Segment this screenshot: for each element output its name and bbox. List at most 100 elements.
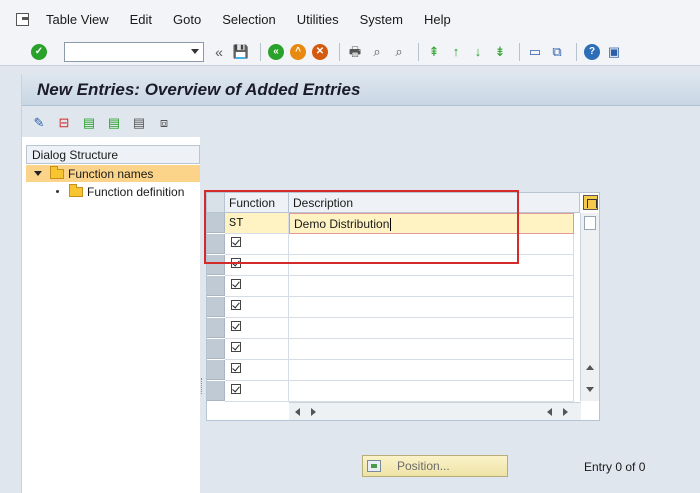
description-value: Demo Distribution [294, 217, 390, 231]
next-page-icon[interactable]: ↓ [469, 43, 487, 61]
toolbar-separator [260, 42, 261, 61]
horizontal-scrollbar[interactable] [289, 402, 581, 420]
find-next-icon[interactable]: ⌕ [390, 43, 408, 61]
create-session-icon[interactable]: ▭ [526, 43, 544, 61]
cancel-icon[interactable]: ✕ [311, 43, 329, 61]
deselect-all-icon[interactable]: ▤ [130, 113, 148, 131]
delete-row-icon[interactable]: ⊟ [55, 113, 73, 131]
position-icon [367, 460, 381, 472]
row-selector[interactable] [207, 213, 225, 233]
toolbar-separator [519, 42, 520, 61]
scroll-right-icon[interactable] [563, 408, 568, 416]
row-selector[interactable] [207, 234, 225, 254]
description-cell[interactable] [289, 381, 574, 402]
expand-arrow-icon[interactable] [34, 171, 42, 176]
function-cell[interactable] [225, 276, 289, 297]
select-block-icon[interactable]: ▤ [105, 113, 123, 131]
select-all-rows[interactable] [207, 193, 225, 213]
function-cell[interactable] [225, 360, 289, 381]
menu-utilities[interactable]: Utilities [297, 12, 339, 27]
checkbox-icon [231, 384, 241, 394]
description-cell[interactable] [289, 297, 574, 318]
menu-bar: Table View Edit Goto Selection Utilities… [0, 0, 700, 38]
row-selector[interactable] [207, 318, 225, 338]
function-cell[interactable] [225, 297, 289, 318]
function-cell[interactable] [225, 234, 289, 255]
select-all-icon[interactable]: ▤ [80, 113, 98, 131]
row-selector[interactable] [207, 360, 225, 380]
function-cell[interactable] [225, 339, 289, 360]
last-page-icon[interactable]: ⇟ [491, 43, 509, 61]
function-cell[interactable]: ST [225, 213, 289, 234]
scroll-right-icon[interactable] [311, 408, 316, 416]
column-header-description[interactable]: Description [289, 193, 580, 213]
folder-open-icon [50, 165, 64, 179]
menu-selection[interactable]: Selection [222, 12, 275, 27]
description-cell[interactable] [289, 318, 574, 339]
row-selector[interactable] [207, 276, 225, 296]
tree-item-label: Function definition [87, 184, 185, 199]
tree-item-function-names[interactable]: Function names [26, 165, 200, 182]
shortcut-icon[interactable]: ⧉ [548, 43, 566, 61]
scroll-left-icon[interactable] [295, 408, 300, 416]
display-change-icon[interactable]: ✎ [30, 113, 48, 131]
checkbox-icon [231, 363, 241, 373]
find-icon[interactable]: ⌕ [368, 43, 386, 61]
row-selector[interactable] [207, 381, 225, 401]
checkbox-icon [231, 321, 241, 331]
menu-help[interactable]: Help [424, 12, 451, 27]
save-icon[interactable]: 💾 [232, 43, 250, 61]
description-cell[interactable]: Demo Distribution [289, 213, 574, 234]
folder-icon [69, 183, 83, 197]
function-cell[interactable] [225, 381, 289, 402]
exit-icon[interactable]: ^ [289, 43, 307, 61]
vertical-scrollbar[interactable] [580, 213, 599, 401]
scroll-thumb[interactable] [584, 216, 596, 230]
position-button-label: Position... [397, 459, 450, 473]
previous-page-icon[interactable]: ↑ [447, 43, 465, 61]
function-cell[interactable] [225, 318, 289, 339]
description-cell[interactable] [289, 234, 574, 255]
first-page-icon[interactable]: ⇞ [425, 43, 443, 61]
row-selector[interactable] [207, 297, 225, 317]
scroll-up-icon[interactable] [586, 365, 594, 370]
description-cell[interactable] [289, 276, 574, 297]
application-toolbar: ✎ ⊟ ▤ ▤ ▤ ⧈ [22, 107, 700, 137]
checkbox-icon [231, 237, 241, 247]
panel-splitter[interactable] [201, 378, 203, 394]
back-icon[interactable]: « [267, 43, 285, 61]
command-dropdown-icon[interactable] [191, 48, 199, 54]
function-cell[interactable] [225, 255, 289, 276]
checkbox-icon [231, 279, 241, 289]
collapse-icon[interactable]: « [210, 43, 228, 61]
command-field[interactable] [64, 41, 204, 62]
table-settings-icon[interactable] [583, 195, 598, 210]
tree-item-label: Function names [68, 166, 154, 181]
tree-item-function-definition[interactable]: Function definition [26, 183, 200, 200]
entries-table: Function Description ST Demo Distributio… [206, 192, 600, 421]
row-selector[interactable] [207, 255, 225, 275]
help-icon[interactable]: ? [583, 43, 601, 61]
enter-checkmark-icon[interactable]: ✓ [30, 43, 48, 61]
column-header-function[interactable]: Function [225, 193, 289, 213]
description-cell[interactable] [289, 339, 574, 360]
entry-count: Entry 0 of 0 [584, 460, 646, 474]
menu-icon[interactable] [14, 11, 32, 27]
checkbox-icon [231, 300, 241, 310]
menu-system[interactable]: System [360, 12, 403, 27]
description-cell[interactable] [289, 255, 574, 276]
menu-table-view[interactable]: Table View [46, 12, 109, 27]
scroll-left-icon[interactable] [547, 408, 552, 416]
scroll-down-icon[interactable] [586, 387, 594, 392]
standard-toolbar: ✓ « 💾 « ^ ✕ 🖶 ⌕ ⌕ ⇞ ↑ ↓ ⇟ ▭ ⧉ ? ▣ [0, 38, 700, 66]
left-frame [0, 75, 22, 493]
description-cell[interactable] [289, 360, 574, 381]
menu-goto[interactable]: Goto [173, 12, 201, 27]
print-icon[interactable]: 🖶 [346, 43, 364, 61]
command-input[interactable] [65, 42, 185, 61]
row-selector[interactable] [207, 339, 225, 359]
customize-layout-icon[interactable]: ▣ [605, 43, 623, 61]
position-button[interactable]: Position... [362, 455, 508, 477]
variant-icon[interactable]: ⧈ [155, 113, 173, 131]
menu-edit[interactable]: Edit [130, 12, 152, 27]
